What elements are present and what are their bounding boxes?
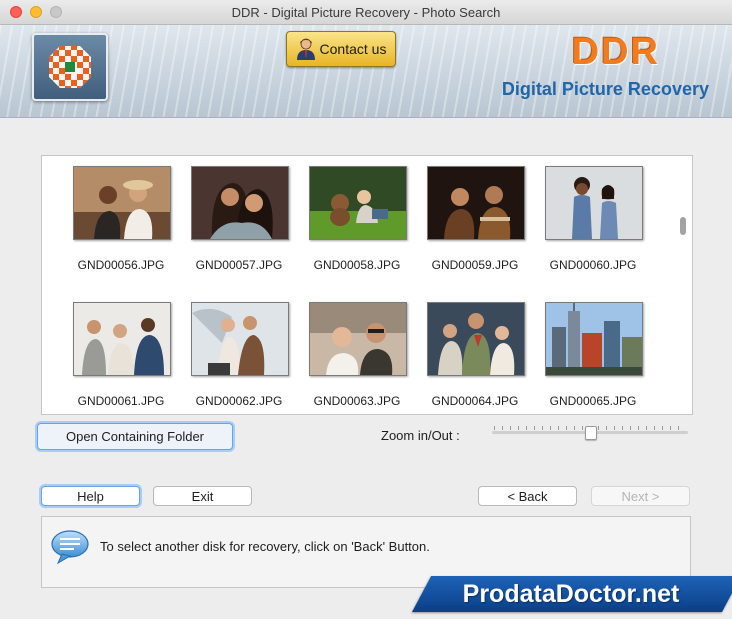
window-title: DDR - Digital Picture Recovery - Photo S…: [231, 5, 501, 20]
zoom-slider-knob[interactable]: [585, 426, 597, 440]
file-name: GND00063.JPG: [313, 394, 401, 408]
help-button[interactable]: Help: [41, 486, 140, 506]
photo-thumbnail[interactable]: [427, 166, 525, 240]
app-header: Contact us DDR Digital Picture Recovery: [0, 25, 732, 118]
file-name: GND00061.JPG: [77, 394, 165, 408]
exit-button[interactable]: Exit: [153, 486, 252, 506]
app-logo: [32, 33, 108, 101]
info-message: To select another disk for recovery, cli…: [100, 539, 430, 554]
photo-thumbnail[interactable]: [545, 302, 643, 376]
brand-title: DDR: [571, 31, 660, 73]
open-containing-folder-button[interactable]: Open Containing Folder: [37, 423, 233, 450]
speech-bubble-icon: [51, 530, 89, 565]
file-name: GND00060.JPG: [549, 258, 637, 272]
contact-us-button[interactable]: Contact us: [286, 31, 396, 67]
contact-us-label: Contact us: [319, 41, 387, 57]
photo-thumbnail[interactable]: [309, 166, 407, 240]
title-bar: DDR - Digital Picture Recovery - Photo S…: [0, 0, 732, 25]
file-name: GND00065.JPG: [549, 394, 637, 408]
person-icon: [296, 38, 315, 60]
file-name: GND00057.JPG: [195, 258, 283, 272]
photo-thumbnail[interactable]: [191, 302, 289, 376]
photo-thumbnail[interactable]: [545, 166, 643, 240]
photo-thumbnail[interactable]: [427, 302, 525, 376]
file-name: GND00056.JPG: [77, 258, 165, 272]
photo-thumbnail[interactable]: [309, 302, 407, 376]
file-name: GND00058.JPG: [313, 258, 401, 272]
file-name: GND00062.JPG: [195, 394, 283, 408]
file-name: GND00059.JPG: [431, 258, 519, 272]
photo-thumbnail[interactable]: [73, 166, 171, 240]
file-name: GND00064.JPG: [431, 394, 519, 408]
back-button[interactable]: < Back: [478, 486, 577, 506]
thumbnail-gallery[interactable]: GND00056.JPG GND00057.JPG GND00058.JPG G…: [41, 155, 693, 415]
zoom-label: Zoom in/Out :: [381, 428, 460, 443]
gallery-scrollbar[interactable]: [680, 217, 686, 235]
next-button: Next >: [591, 486, 690, 506]
photo-thumbnail[interactable]: [191, 166, 289, 240]
checkered-logo-icon: [49, 46, 91, 88]
watermark-text: ProdataDoctor.net: [462, 579, 680, 608]
photo-thumbnail[interactable]: [73, 302, 171, 376]
brand-subtitle: Digital Picture Recovery: [501, 79, 709, 99]
